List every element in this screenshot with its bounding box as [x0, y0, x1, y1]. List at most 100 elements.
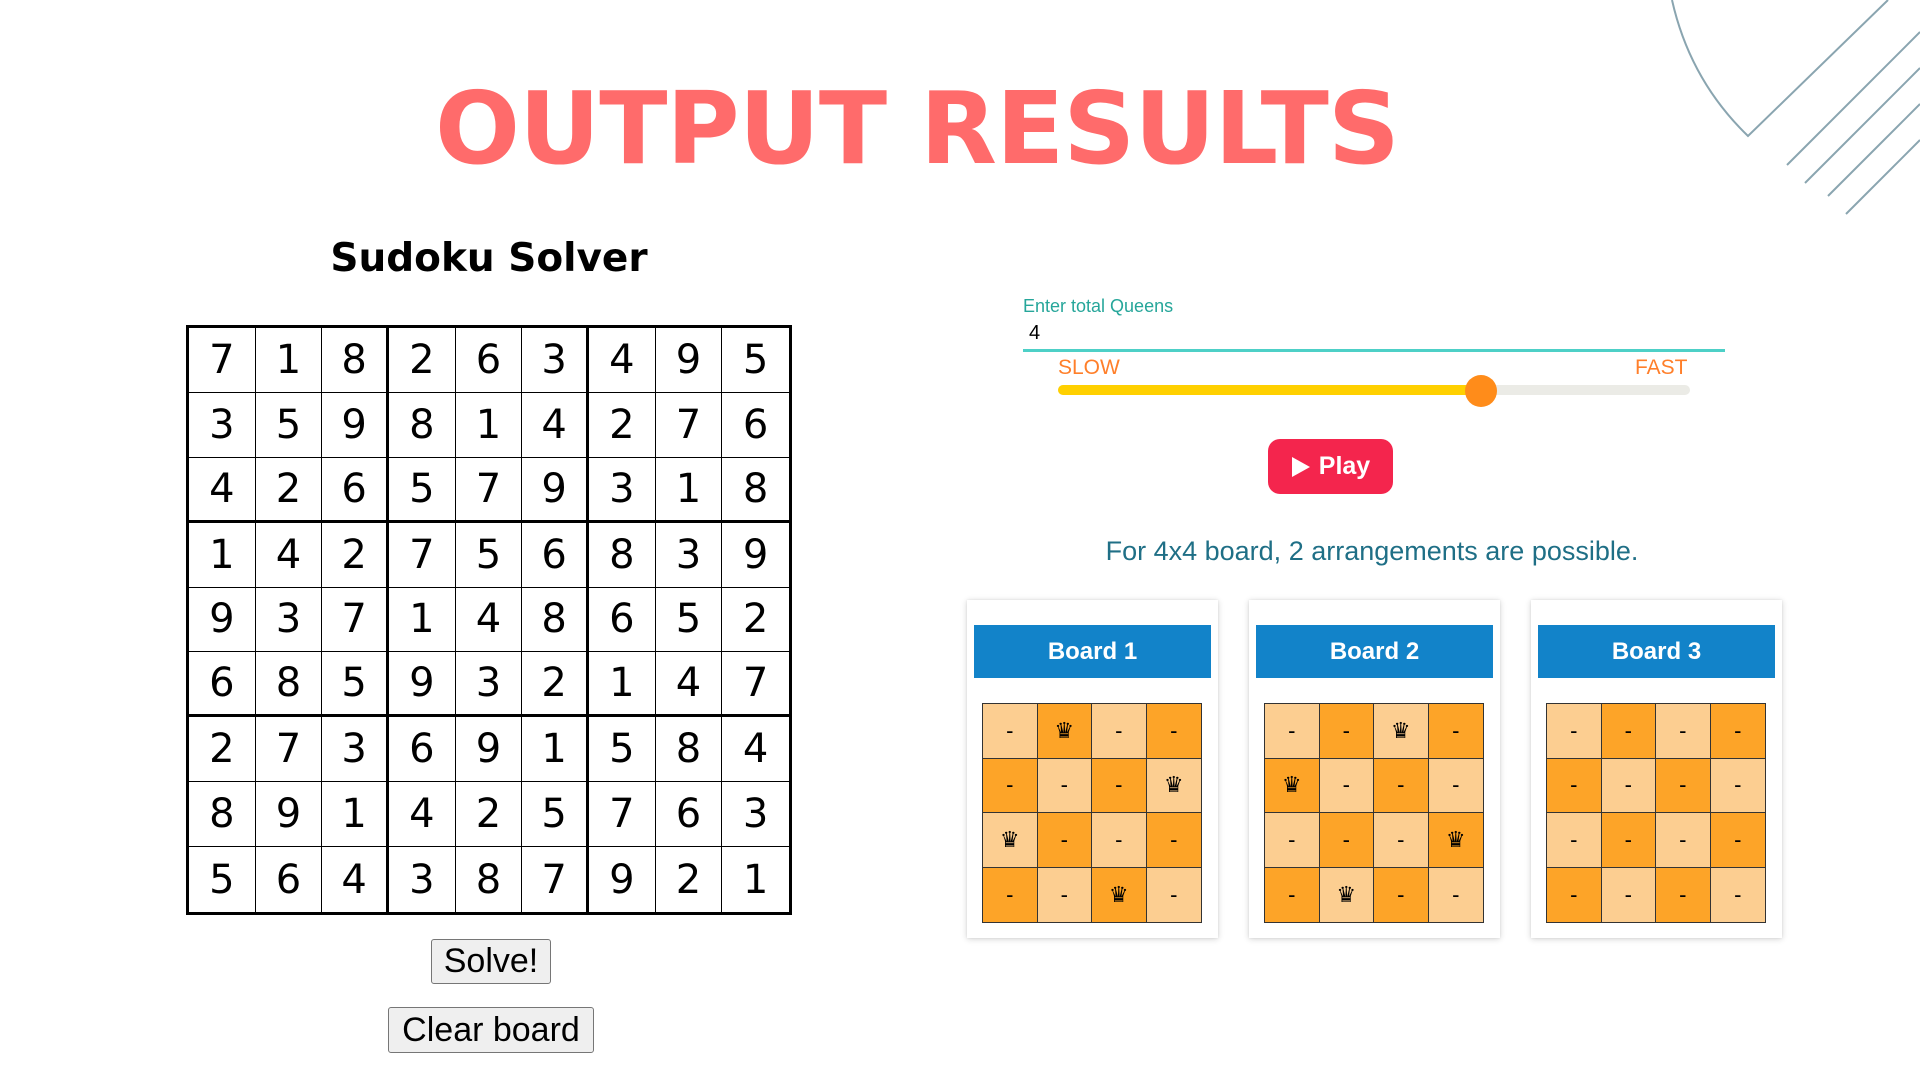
- sudoku-cell[interactable]: 4: [722, 717, 789, 783]
- play-button[interactable]: Play: [1268, 439, 1393, 494]
- sudoku-cell[interactable]: 5: [655, 587, 723, 653]
- sudoku-cell[interactable]: 7: [655, 392, 723, 458]
- sudoku-cell[interactable]: 2: [722, 588, 789, 653]
- sudoku-cell[interactable]: 1: [588, 652, 656, 718]
- sudoku-cell[interactable]: 1: [189, 522, 256, 588]
- sudoku-cell[interactable]: 2: [588, 392, 656, 458]
- sudoku-cell[interactable]: 7: [588, 782, 656, 848]
- board-cell: -: [1374, 867, 1429, 922]
- sudoku-cell[interactable]: 6: [722, 393, 789, 458]
- sudoku-cell[interactable]: 4: [522, 392, 589, 458]
- sudoku-cell[interactable]: 5: [322, 652, 389, 718]
- board-cell: -: [1710, 758, 1765, 813]
- sudoku-cell[interactable]: 2: [656, 847, 723, 912]
- sudoku-cell[interactable]: 2: [455, 782, 523, 848]
- queen-icon: ♛: [1146, 758, 1201, 813]
- sudoku-cell[interactable]: 7: [189, 328, 256, 393]
- board-cell: -: [983, 758, 1038, 813]
- sudoku-cell[interactable]: 3: [588, 457, 656, 523]
- sudoku-cell[interactable]: 9: [322, 392, 389, 458]
- sudoku-cell[interactable]: 2: [522, 652, 589, 718]
- sudoku-cell[interactable]: 3: [189, 392, 256, 458]
- sudoku-cell[interactable]: 9: [589, 847, 656, 912]
- sudoku-cell[interactable]: 5: [522, 782, 589, 848]
- speed-slider-thumb[interactable]: [1465, 375, 1498, 407]
- sudoku-cell[interactable]: 1: [255, 328, 323, 393]
- sudoku-cell[interactable]: 8: [722, 458, 789, 523]
- clear-board-button[interactable]: Clear board: [388, 1007, 594, 1053]
- sudoku-cell[interactable]: 4: [655, 652, 723, 718]
- board-cell: -: [1710, 813, 1765, 868]
- sudoku-cell[interactable]: 4: [189, 457, 256, 523]
- sudoku-cell[interactable]: 4: [255, 522, 323, 588]
- queens-input[interactable]: [1023, 318, 1725, 352]
- sudoku-cell[interactable]: 1: [655, 457, 723, 523]
- board-cell: -: [1601, 867, 1656, 922]
- sudoku-cell[interactable]: 8: [456, 847, 523, 912]
- board-cell: -: [1037, 867, 1092, 922]
- sudoku-cell[interactable]: 2: [388, 328, 456, 393]
- sudoku-cell[interactable]: 1: [722, 847, 789, 912]
- sudoku-cell[interactable]: 5: [388, 457, 456, 523]
- sudoku-cell[interactable]: 6: [322, 457, 389, 523]
- sudoku-cell[interactable]: 7: [322, 587, 389, 653]
- sudoku-cell[interactable]: 6: [588, 587, 656, 653]
- sudoku-cell[interactable]: 8: [522, 587, 589, 653]
- sudoku-cell[interactable]: 2: [322, 522, 389, 588]
- sudoku-cell[interactable]: 4: [455, 587, 523, 653]
- sudoku-cell[interactable]: 1: [388, 587, 456, 653]
- sudoku-cell[interactable]: 6: [655, 782, 723, 848]
- sudoku-cell[interactable]: 8: [322, 328, 389, 393]
- sudoku-cell[interactable]: 3: [255, 587, 323, 653]
- queen-icon: ♛: [983, 813, 1038, 868]
- sudoku-cell[interactable]: 1: [322, 782, 389, 848]
- sudoku-cell[interactable]: 9: [189, 587, 256, 653]
- sudoku-cell[interactable]: 3: [455, 652, 523, 718]
- sudoku-cell[interactable]: 7: [255, 717, 323, 783]
- sudoku-cell[interactable]: 5: [189, 847, 256, 912]
- sudoku-cell[interactable]: 8: [255, 652, 323, 718]
- sudoku-cell[interactable]: 9: [255, 782, 323, 848]
- board-cell: -: [1037, 813, 1092, 868]
- sudoku-cell[interactable]: 9: [722, 523, 789, 588]
- sudoku-cell[interactable]: 7: [722, 652, 789, 718]
- sudoku-cell[interactable]: 8: [189, 782, 256, 848]
- sudoku-cell[interactable]: 9: [522, 457, 589, 523]
- sudoku-cell[interactable]: 5: [455, 522, 523, 588]
- sudoku-cell[interactable]: 4: [388, 782, 456, 848]
- sudoku-cell[interactable]: 3: [655, 522, 723, 588]
- sudoku-cell[interactable]: 3: [722, 782, 789, 848]
- sudoku-cell[interactable]: 6: [256, 847, 323, 912]
- board-cell: -: [1319, 704, 1374, 759]
- sudoku-cell[interactable]: 9: [455, 717, 523, 783]
- sudoku-cell[interactable]: 6: [522, 522, 589, 588]
- sudoku-cell[interactable]: 5: [722, 328, 789, 393]
- sudoku-cell[interactable]: 6: [189, 652, 256, 718]
- sudoku-cell[interactable]: 8: [588, 522, 656, 588]
- sudoku-cell[interactable]: 2: [189, 717, 256, 783]
- sudoku-cell[interactable]: 9: [655, 328, 723, 393]
- solve-button[interactable]: Solve!: [431, 939, 551, 984]
- sudoku-cell[interactable]: 3: [389, 847, 456, 912]
- sudoku-cell[interactable]: 2: [255, 457, 323, 523]
- board-cell: -: [1601, 758, 1656, 813]
- sudoku-cell[interactable]: 7: [388, 522, 456, 588]
- sudoku-cell[interactable]: 7: [455, 457, 523, 523]
- sudoku-cell[interactable]: 6: [388, 717, 456, 783]
- sudoku-cell[interactable]: 4: [588, 328, 656, 393]
- sudoku-cell[interactable]: 7: [522, 847, 589, 912]
- sudoku-cell[interactable]: 3: [322, 717, 389, 783]
- sudoku-cell[interactable]: 5: [255, 392, 323, 458]
- sudoku-cell[interactable]: 9: [388, 652, 456, 718]
- sudoku-cell[interactable]: 4: [322, 847, 389, 912]
- sudoku-cell[interactable]: 8: [655, 717, 723, 783]
- sudoku-cell[interactable]: 3: [522, 328, 589, 393]
- speed-slider[interactable]: [1058, 375, 1690, 407]
- sudoku-cell[interactable]: 8: [388, 392, 456, 458]
- sudoku-cell[interactable]: 5: [588, 717, 656, 783]
- board-header: Board 1: [974, 625, 1211, 678]
- sudoku-cell[interactable]: 1: [455, 392, 523, 458]
- sudoku-cell[interactable]: 1: [522, 717, 589, 783]
- board-cell: -: [983, 867, 1038, 922]
- sudoku-cell[interactable]: 6: [455, 328, 523, 393]
